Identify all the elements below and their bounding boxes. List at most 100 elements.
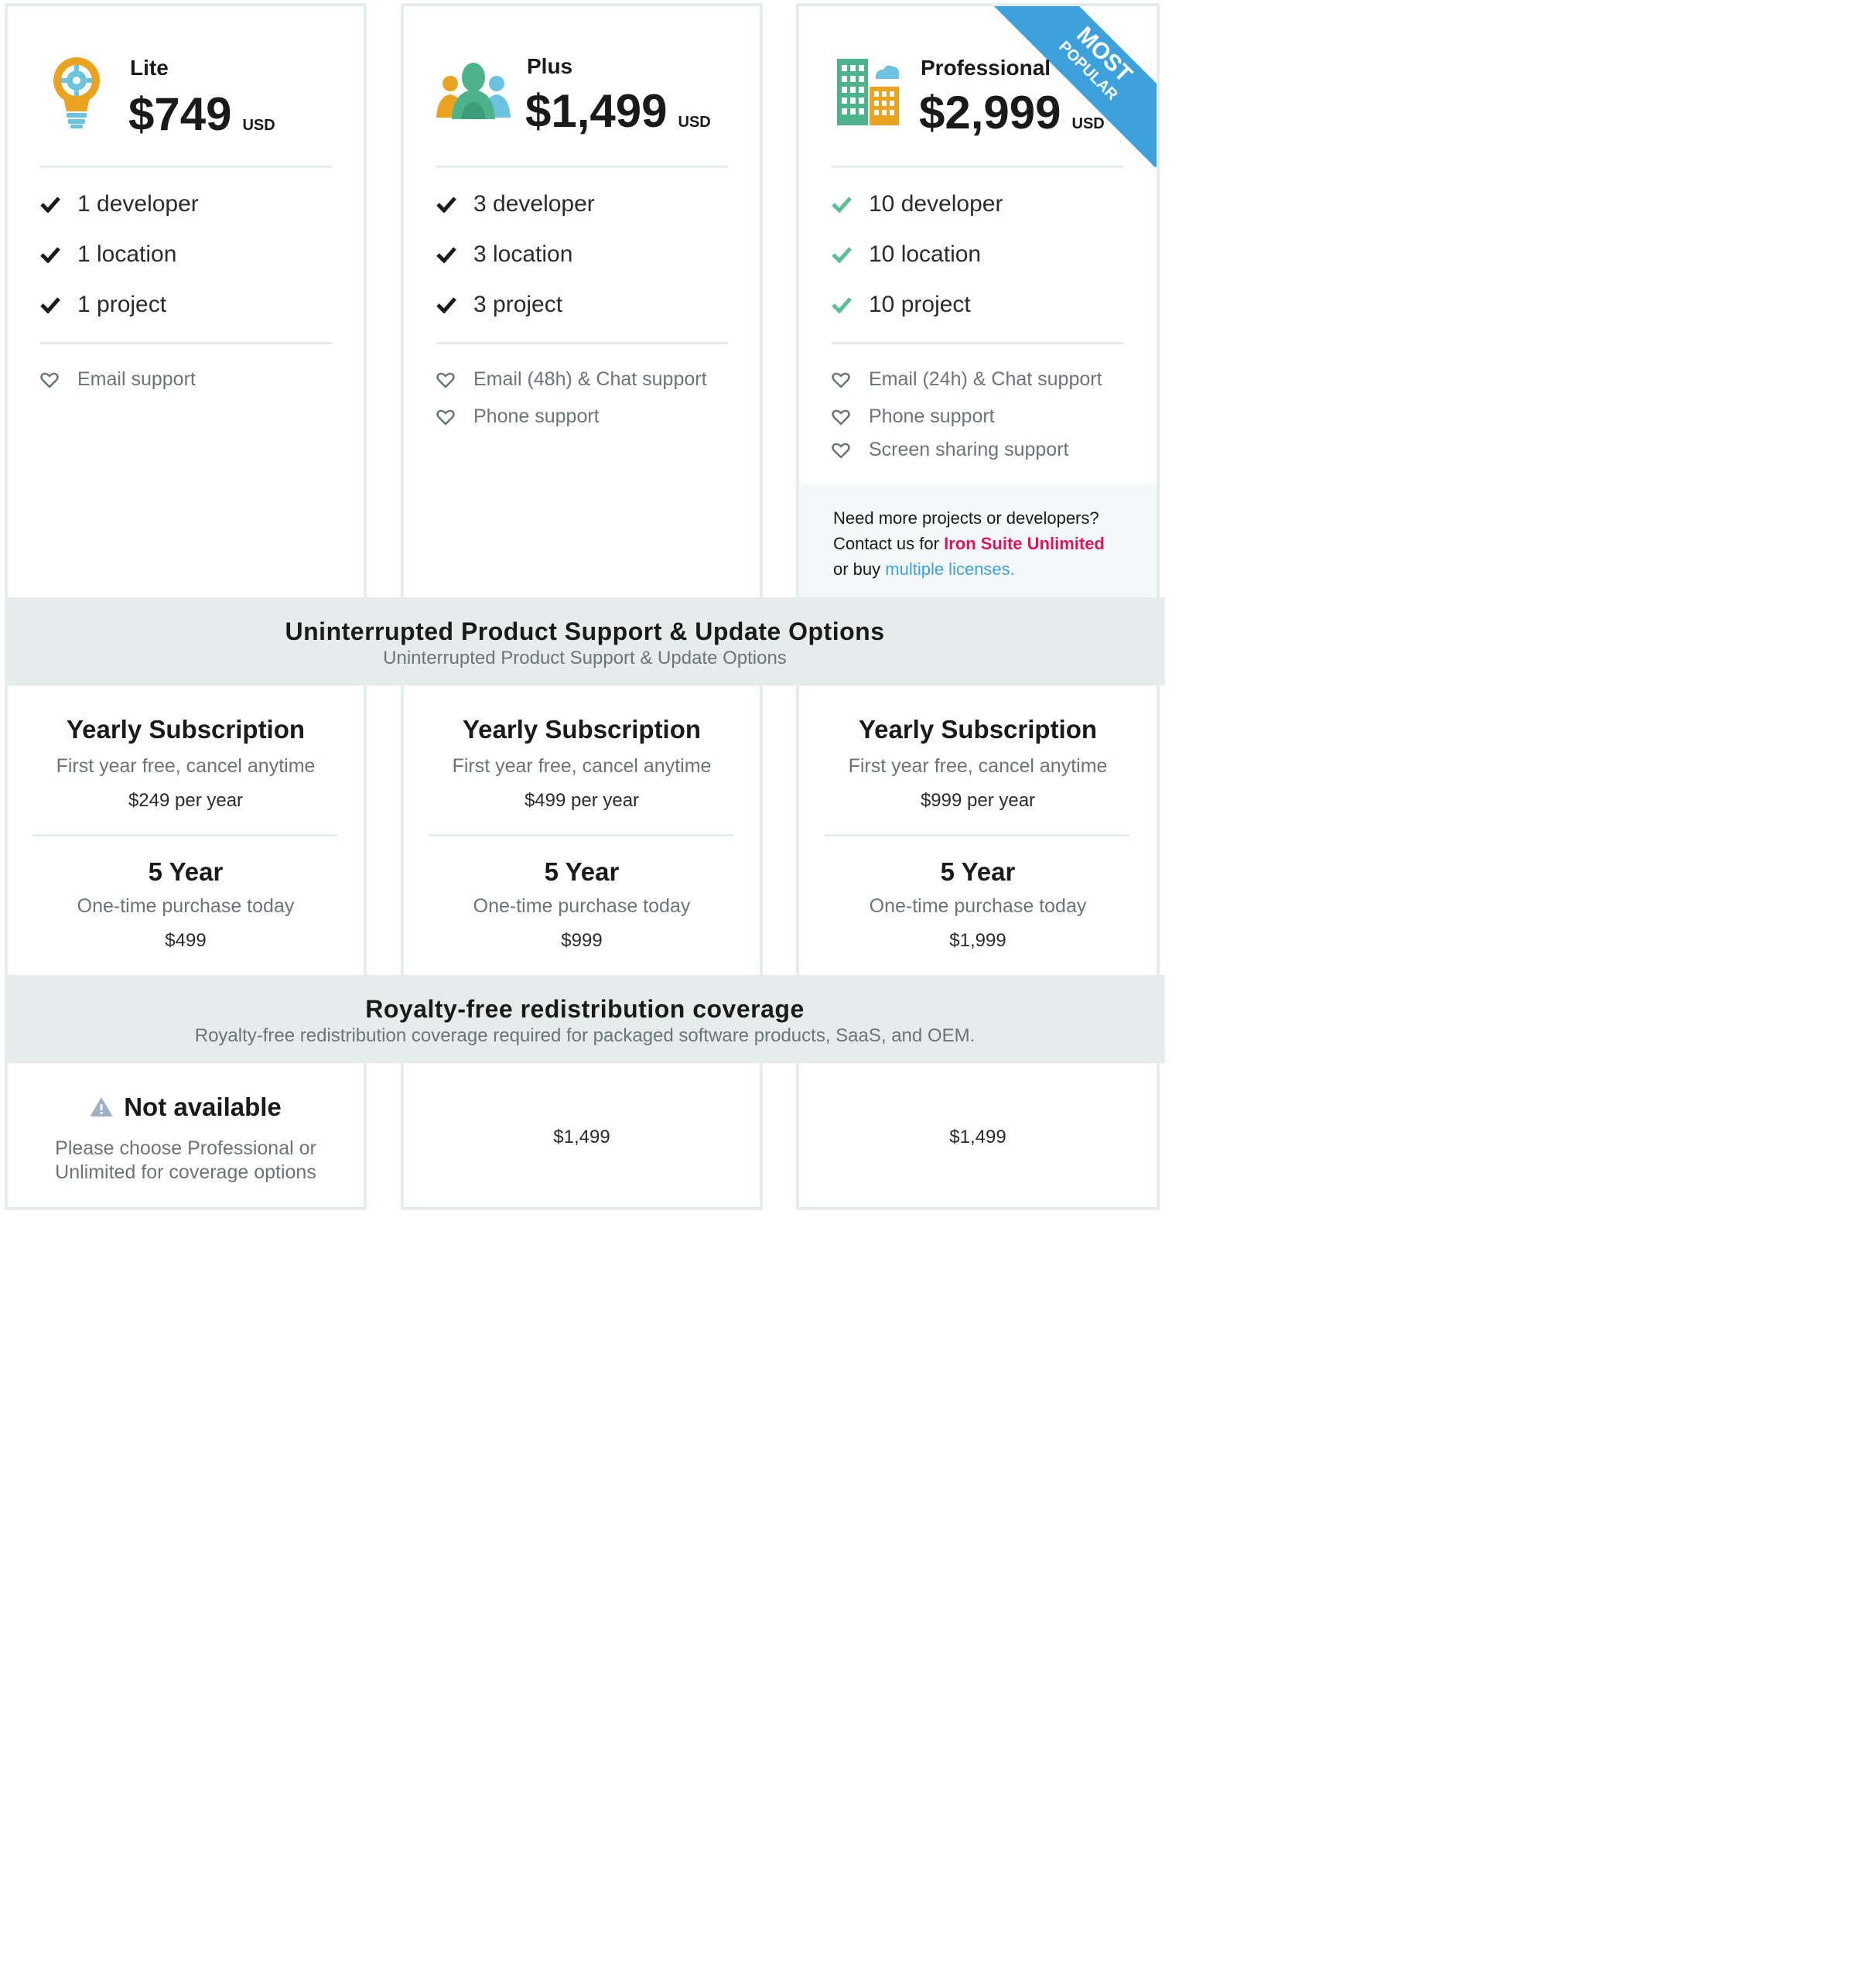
not-available-title: Not available — [124, 1093, 282, 1121]
plan-price-plus: $1,499 USD — [525, 88, 711, 135]
five-year-desc: One-time purchase today — [869, 895, 1087, 917]
note-contact-text: Contact us for — [833, 534, 945, 553]
feature-text: 10 developer — [869, 191, 1003, 217]
heart-icon — [40, 372, 59, 388]
not-available-desc-1: Please choose Professional or — [55, 1137, 316, 1159]
divider — [40, 166, 332, 168]
checkmark-icon — [40, 197, 60, 213]
yearly-subscription-title: Yearly Subscription — [858, 715, 1098, 744]
support-item: Phone support — [436, 405, 600, 428]
divider — [825, 834, 1129, 836]
warning-icon — [91, 1098, 113, 1117]
not-available-desc-2: Unlimited for coverage options — [55, 1161, 316, 1183]
checkmark-icon — [832, 247, 852, 263]
royalty-not-available: Not available Please choose Professional… — [5, 1093, 367, 1184]
support-item: Email (48h) & Chat support — [436, 368, 707, 391]
note-buy-text: or buy — [833, 559, 886, 579]
divider — [40, 342, 332, 344]
price-currency: USD — [678, 114, 711, 131]
support-item: Email support — [40, 368, 196, 391]
yearly-subscription-title: Yearly Subscription — [462, 715, 702, 744]
feature-item: 3 location — [436, 241, 572, 268]
feature-text: 1 location — [77, 241, 177, 267]
note-line-2: Contact us for Iron Suite Unlimited — [833, 531, 1105, 556]
feature-item: 3 developer — [436, 191, 595, 217]
section-subtitle: Uninterrupted Product Support & Update O… — [383, 648, 787, 669]
feature-text: 3 location — [473, 241, 573, 267]
feature-text: 3 developer — [473, 191, 595, 217]
five-year-title: 5 Year — [544, 857, 620, 886]
support-item: Phone support — [832, 405, 995, 428]
heart-icon — [832, 409, 850, 426]
divider — [429, 834, 733, 836]
divider — [832, 342, 1123, 344]
feature-item: 1 project — [40, 292, 166, 318]
feature-item: 1 location — [40, 241, 176, 268]
feature-text: 1 developer — [77, 191, 199, 217]
support-text: Email (48h) & Chat support — [473, 368, 707, 390]
support-text: Phone support — [869, 405, 995, 427]
five-year-price[interactable]: $999 — [401, 930, 763, 952]
support-text: Screen sharing support — [869, 439, 1069, 460]
feature-item: 1 developer — [40, 191, 199, 217]
five-year-title: 5 Year — [940, 857, 1016, 886]
feature-text: 10 project — [869, 292, 971, 317]
checkmark-icon — [436, 197, 456, 213]
yearly-subscription-desc: First year free, cancel anytime — [848, 755, 1108, 777]
royalty-coverage-section: Royalty-free redistribution coverage Roy… — [5, 975, 1165, 1063]
checkmark-icon — [436, 247, 456, 263]
divider — [32, 834, 337, 836]
section-subtitle: Royalty-free redistribution coverage req… — [194, 1025, 976, 1046]
heart-icon — [832, 443, 850, 459]
divider — [436, 342, 728, 344]
multiple-licenses-link[interactable]: multiple licenses. — [885, 559, 1015, 579]
five-year-title: 5 Year — [148, 857, 224, 886]
feature-text: 10 location — [869, 241, 982, 267]
support-text: Email support — [77, 368, 196, 390]
heart-icon — [436, 409, 455, 426]
feature-item: 10 developer — [832, 191, 1003, 217]
feature-item: 10 location — [832, 241, 981, 268]
royalty-price-plus[interactable]: $1,499 — [401, 1127, 763, 1148]
section-title: Uninterrupted Product Support & Update O… — [285, 617, 885, 645]
five-year-desc: One-time purchase today — [77, 895, 295, 917]
plan-name-lite: Lite — [130, 56, 169, 80]
checkmark-icon — [832, 197, 852, 213]
yearly-subscription-price[interactable]: $499 per year — [401, 790, 763, 812]
yearly-subscription-price[interactable]: $249 per year — [5, 790, 367, 812]
iron-suite-unlimited-link[interactable]: Iron Suite Unlimited — [944, 534, 1105, 553]
yearly-subscription-desc: First year free, cancel anytime — [452, 755, 712, 777]
five-year-desc: One-time purchase today — [473, 895, 691, 917]
office-buildings-icon — [837, 59, 899, 125]
five-year-price[interactable]: $1,999 — [796, 930, 1160, 952]
price-amount: $2,999 — [919, 87, 1061, 139]
support-item: Email (24h) & Chat support — [832, 368, 1102, 391]
yearly-subscription-desc: First year free, cancel anytime — [56, 755, 316, 777]
checkmark-icon — [436, 297, 456, 313]
team-people-icon — [436, 63, 511, 119]
price-amount: $749 — [128, 88, 232, 140]
plan-name-plus: Plus — [527, 54, 573, 78]
plan-price-professional: $2,999 USD — [919, 90, 1105, 136]
support-options-section: Uninterrupted Product Support & Update O… — [5, 597, 1165, 686]
checkmark-icon — [832, 297, 852, 313]
support-text: Email (24h) & Chat support — [869, 368, 1102, 390]
lightbulb-gear-icon — [53, 57, 100, 128]
feature-item: 10 project — [832, 292, 971, 318]
heart-icon — [832, 372, 850, 388]
unlimited-note-box: Need more projects or developers? Contac… — [799, 485, 1157, 598]
five-year-price[interactable]: $499 — [5, 930, 367, 952]
checkmark-icon — [40, 297, 60, 313]
divider — [436, 166, 728, 168]
note-line-1: Need more projects or developers? — [833, 508, 1099, 528]
feature-item: 3 project — [436, 292, 562, 318]
support-text: Phone support — [473, 405, 600, 427]
royalty-price-professional[interactable]: $1,499 — [796, 1127, 1160, 1148]
plan-price-lite: $749 USD — [128, 91, 275, 138]
yearly-subscription-title: Yearly Subscription — [66, 715, 306, 744]
price-currency: USD — [242, 117, 275, 134]
plan-name-professional: Professional — [921, 56, 1051, 80]
support-item: Screen sharing support — [832, 439, 1068, 461]
yearly-subscription-price[interactable]: $999 per year — [796, 790, 1160, 812]
most-popular-ribbon: MOST POPULAR — [991, 6, 1157, 168]
